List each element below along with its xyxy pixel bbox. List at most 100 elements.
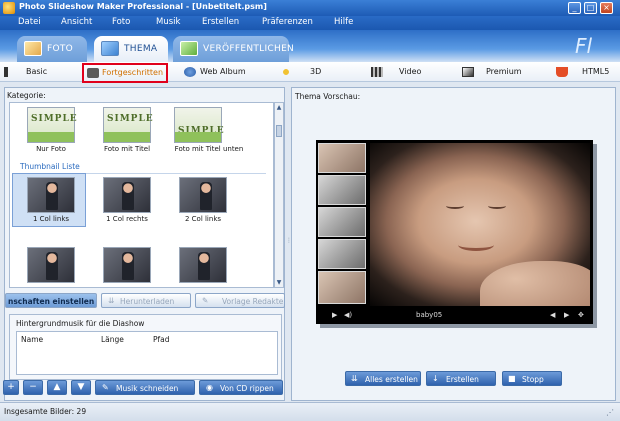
theme-item[interactable] <box>14 245 88 287</box>
preview-label: Thema Vorschau: <box>295 92 361 101</box>
edit-icon: ✎ <box>202 296 209 305</box>
minimize-button[interactable]: _ <box>568 2 581 14</box>
main-preview-photo <box>370 143 590 306</box>
menu-hilfe[interactable]: Hilfe <box>334 17 353 27</box>
subtab-html5[interactable]: HTML5 <box>556 65 616 81</box>
create-icon: ↓ <box>432 374 439 383</box>
theme-1-col-links[interactable]: 1 Col links <box>14 175 88 231</box>
stop-label: Stopp <box>522 375 544 384</box>
remove-music-button[interactable]: − <box>23 380 43 395</box>
tab-foto[interactable]: FOTO <box>17 36 87 62</box>
subtab-web-album-label: Web Album <box>200 67 246 76</box>
cut-music-label: Musik schneiden <box>116 384 179 393</box>
subtab-3d[interactable]: 3D <box>280 65 322 81</box>
theme-foto-mit-titel[interactable]: SIMPLE Foto mit Titel <box>90 105 164 161</box>
theme-2-col-links[interactable]: 2 Col links <box>166 175 240 231</box>
theme-item[interactable] <box>166 245 240 287</box>
scissors-icon: ✎ <box>102 383 109 392</box>
create-button[interactable]: ↓ Erstellen <box>426 371 496 386</box>
subtab-video[interactable]: Video <box>371 65 431 81</box>
maximize-button[interactable]: □ <box>584 2 597 14</box>
subtab-fortgeschritten-label: Fortgeschritten <box>102 68 164 77</box>
tab-foto-label: FOTO <box>47 44 74 54</box>
properties-button[interactable]: nschaften einstellen <box>5 293 97 308</box>
add-music-button[interactable]: + <box>3 380 19 395</box>
create-all-label: Alles erstellen <box>365 375 418 384</box>
window-title: Photo Slideshow Maker Professional - [Un… <box>19 2 267 11</box>
stop-icon: ■ <box>508 374 516 383</box>
theme-caption: 1 Col rechts <box>106 215 148 223</box>
subtab-3d-label: 3D <box>310 67 322 76</box>
menu-praeferenzen[interactable]: Präferenzen <box>262 17 313 27</box>
menu-erstellen[interactable]: Erstellen <box>202 17 239 27</box>
theme-panel: Kategorie: SIMPLE Nur Foto SIMPLE Foto m… <box>3 87 285 401</box>
subtab-html5-label: HTML5 <box>582 67 610 76</box>
resize-grip-icon[interactable]: ⋰ <box>606 408 614 417</box>
thumbnail-strip-item <box>318 175 366 205</box>
panel-splitter[interactable]: ⋮ <box>286 87 292 401</box>
move-up-button[interactable]: ▲ <box>47 380 67 395</box>
theme-thumbnail: SIMPLE <box>27 107 77 143</box>
theme-caption: 2 Col links <box>184 215 222 223</box>
arrow-up-icon: ▲ <box>53 382 61 392</box>
subtab-web-album[interactable]: Web Album <box>184 65 254 81</box>
film-icon <box>371 67 383 77</box>
previous-icon[interactable]: ◀ <box>550 311 555 319</box>
tab-veroeffentlichen[interactable]: VERÖFFENTLICHEN <box>173 36 294 62</box>
menu-musik[interactable]: Musik <box>156 17 180 27</box>
theme-caption: Nur Foto <box>36 145 66 153</box>
theme-thumbnail: SIMPLE <box>174 107 224 143</box>
3d-icon <box>280 67 292 77</box>
add-icon: + <box>7 382 15 392</box>
scroll-down-icon[interactable]: ▼ <box>275 278 283 287</box>
menu-ansicht[interactable]: Ansicht <box>61 17 92 27</box>
subtab-premium[interactable]: Premium <box>462 65 532 81</box>
subtab-premium-label: Premium <box>486 67 522 76</box>
thumbnail-strip-item <box>318 239 366 269</box>
close-button[interactable]: × <box>600 2 613 14</box>
download-icon: ⇊ <box>108 296 115 305</box>
rip-cd-button[interactable]: ◉ Von CD rippen <box>199 380 283 395</box>
subtab-basic[interactable]: Basic <box>4 65 64 81</box>
theme-foto-mit-titel-unten[interactable]: SIMPLE Foto mit Titel unten <box>166 105 252 161</box>
background-music-section: Hintergrundmusik für die Diashow Name Lä… <box>9 314 282 380</box>
publish-icon <box>180 41 198 56</box>
theme-item[interactable] <box>90 245 164 287</box>
download-button[interactable]: ⇊ Herunterladen <box>101 293 191 308</box>
music-table[interactable]: Name Länge Pfad <box>16 331 278 375</box>
template-editor-button[interactable]: ✎ Vorlage Redakte <box>195 293 285 308</box>
volume-icon[interactable]: ◀) <box>344 311 352 319</box>
status-text: Insgesamte Bilder: 29 <box>4 407 87 416</box>
grass-decoration <box>175 132 221 142</box>
scroll-thumb[interactable] <box>276 125 282 137</box>
person-figure <box>200 182 212 210</box>
move-down-button[interactable]: ▼ <box>71 380 91 395</box>
minus-icon: − <box>29 382 37 392</box>
scroll-up-icon[interactable]: ▲ <box>275 103 283 112</box>
tab-thema[interactable]: THEMA <box>94 36 168 62</box>
theme-nur-foto[interactable]: SIMPLE Nur Foto <box>14 105 88 161</box>
grass-decoration <box>104 132 150 142</box>
gallery-scrollbar[interactable]: ▲ ▼ <box>274 102 284 288</box>
play-icon[interactable]: ▶ <box>332 311 337 319</box>
rip-cd-label: Von CD rippen <box>220 384 274 393</box>
theme-subtab-bar: Basic Fortgeschritten Web Album 3D Video… <box>0 62 620 83</box>
menu-datei[interactable]: Datei <box>18 17 41 27</box>
photo-detail <box>446 203 464 209</box>
camera-icon <box>87 68 99 78</box>
fullscreen-icon[interactable]: ✥ <box>578 311 584 319</box>
cd-icon: ◉ <box>206 383 213 392</box>
theme-1-col-rechts[interactable]: 1 Col rechts <box>90 175 164 231</box>
music-label: Hintergrundmusik für die Diashow <box>16 319 145 328</box>
theme-thumbnail <box>27 177 75 213</box>
create-all-button[interactable]: ⇊ Alles erstellen <box>345 371 421 386</box>
menu-foto[interactable]: Foto <box>112 17 130 27</box>
next-icon[interactable]: ▶ <box>564 311 569 319</box>
column-length: Länge <box>101 335 124 344</box>
subtab-fortgeschritten[interactable]: Fortgeschritten <box>82 63 168 83</box>
create-label: Erstellen <box>446 375 479 384</box>
cut-music-button[interactable]: ✎ Musik schneiden <box>95 380 195 395</box>
title-bar: Photo Slideshow Maker Professional - [Un… <box>0 0 620 16</box>
stop-button[interactable]: ■ Stopp <box>502 371 562 386</box>
theme-caption: 1 Col links <box>32 215 70 223</box>
